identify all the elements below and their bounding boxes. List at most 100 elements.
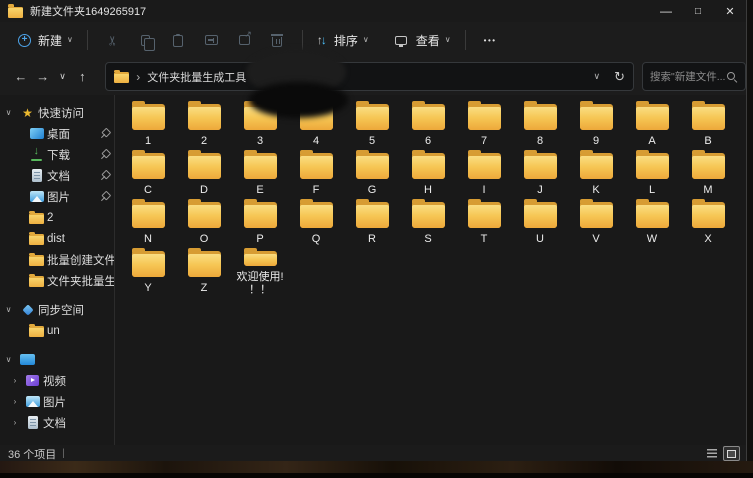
thumbnail-view-button[interactable] [723,446,740,461]
folder-item[interactable]: T [456,199,512,248]
folder-item[interactable]: A [624,101,680,150]
sidebar-item[interactable]: › 图片 [0,391,114,412]
history-chevron-button[interactable]: ∨ [54,65,72,89]
paste-button[interactable] [162,26,195,54]
refresh-icon[interactable]: ↻ [614,69,625,85]
details-view-button[interactable] [703,446,720,461]
folder-item[interactable]: N [120,199,176,248]
folder-item[interactable]: O [176,199,232,248]
sidebar-item[interactable]: dist [0,228,114,249]
folder-item[interactable]: X [680,199,736,248]
close-button[interactable]: ✕ [714,0,746,22]
sidebar-item[interactable]: un [0,320,114,341]
desktop-wallpaper-edge [0,473,753,478]
sidebar-section-quick-access[interactable]: ∨ 快速访问 [0,102,114,123]
folder-item[interactable]: 7 [456,101,512,150]
chevron-down-icon[interactable]: ∨ [0,355,17,364]
folder-label: O [200,233,209,246]
folder-item[interactable]: 2 [176,101,232,150]
folder-sm-icon [29,234,44,245]
breadcrumb-root[interactable]: 文件夹批量生成工具 [147,69,246,85]
file-list-pane[interactable]: 1 2 3 4 5 6 7 8 9 A B C [115,95,746,445]
folder-item[interactable]: G [344,150,400,199]
forward-button[interactable]: → [32,65,54,89]
folder-item[interactable]: Q [288,199,344,248]
back-button[interactable]: ← [10,65,32,89]
folder-item[interactable]: 9 [568,101,624,150]
folder-item[interactable]: Z [176,248,232,297]
minimize-button[interactable]: — [650,0,682,22]
share-button[interactable] [228,26,261,54]
folder-item[interactable]: M [680,150,736,199]
folder-item[interactable]: V [568,199,624,248]
new-button[interactable]: 新建 ∨ [12,26,79,54]
folder-icon [412,202,445,228]
folder-label: 8 [537,135,543,148]
folder-item[interactable]: P [232,199,288,248]
folder-item[interactable]: K [568,150,624,199]
chevron-right-icon[interactable]: › [8,397,22,406]
chevron-down-icon: ∨ [363,36,369,44]
sidebar-section-label: 同步空间 [38,302,114,318]
chevron-down-icon[interactable]: ∨ [0,305,17,314]
folder-item[interactable]: 8 [512,101,568,150]
more-options-button[interactable]: ••• [474,26,507,54]
chevron-right-icon[interactable]: › [8,418,22,427]
folder-item[interactable]: J [512,150,568,199]
sidebar-item[interactable]: 下载 [0,144,114,165]
folder-icon [412,153,445,179]
document-icon [32,169,42,182]
folder-label: F [313,184,320,197]
sidebar-item[interactable]: 文档 [0,165,114,186]
sidebar-item[interactable]: 图片 [0,186,114,207]
folder-item[interactable]: S [400,199,456,248]
cut-button[interactable]: ✂ [96,26,129,54]
folder-item[interactable]: E [232,150,288,199]
search-input[interactable] [650,71,726,83]
folder-item[interactable]: 欢迎使用! ！！ [232,248,288,297]
sidebar-item[interactable]: › 视频 [0,370,114,391]
chevron-down-icon[interactable]: ∨ [0,108,17,117]
folder-item[interactable]: B [680,101,736,150]
view-button[interactable]: 查看 ∨ [389,26,457,54]
sidebar-item[interactable]: › 文档 [0,412,114,433]
chevron-right-icon[interactable]: › [8,376,22,385]
copy-button[interactable] [129,26,162,54]
up-button[interactable]: ↑ [71,65,93,89]
folder-item[interactable]: U [512,199,568,248]
folder-label: A [648,135,655,148]
folder-item[interactable]: R [344,199,400,248]
folder-item[interactable]: D [176,150,232,199]
sidebar-section-this-pc[interactable]: ∨ [0,349,114,370]
sidebar-item[interactable]: 文件夹批量生成工具 [0,270,114,291]
folder-label: W [647,233,657,246]
folder-label: 9 [593,135,599,148]
sidebar-item[interactable]: 批量创建文件夹 [0,249,114,270]
folder-item[interactable]: 6 [400,101,456,150]
thumbnail-view-icon [727,450,736,458]
folder-item[interactable]: 1 [120,101,176,150]
sidebar-section-sync-space[interactable]: ∨ 同步空间 [0,299,114,320]
search-box[interactable] [642,62,746,91]
sidebar-item[interactable]: 桌面 [0,123,114,144]
folder-item[interactable]: H [400,150,456,199]
folder-item[interactable]: C [120,150,176,199]
folder-item[interactable]: Y [120,248,176,297]
breadcrumb[interactable]: › 文件夹批量生成工具 › 新建 ∨ ↻ [105,62,634,91]
folder-item[interactable]: I [456,150,512,199]
sort-arrows-icon: ↑↓ [317,33,325,47]
folder-item[interactable]: L [624,150,680,199]
sort-button[interactable]: ↑↓ 排序 ∨ [311,26,375,54]
sidebar-item[interactable]: 2 [0,207,114,228]
folder-item[interactable]: F [288,150,344,199]
folder-item[interactable]: W [624,199,680,248]
maximize-button[interactable]: □ [682,0,714,22]
new-button-label: 新建 [38,32,62,49]
folder-icon [188,153,221,179]
folder-sm-icon [29,213,44,224]
rename-button[interactable] [195,26,228,54]
address-dropdown-icon[interactable]: ∨ [593,71,600,82]
folder-item[interactable]: 5 [344,101,400,150]
folder-label: X [704,233,711,246]
sidebar-item-label: 文档 [47,168,98,184]
